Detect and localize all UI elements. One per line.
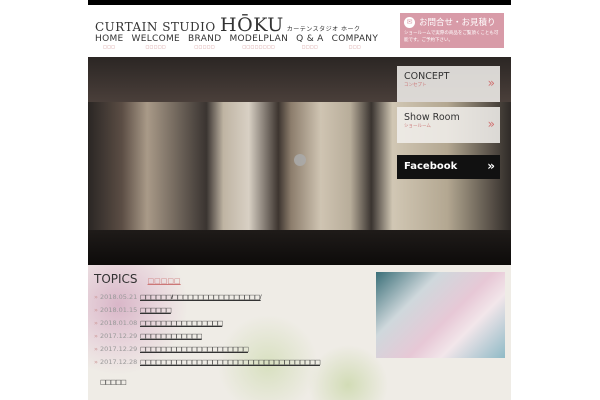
- panel-label: Show Room: [404, 112, 460, 123]
- concept-link[interactable]: CONCEPT コンセプト »: [397, 66, 500, 102]
- panel-sub: コンセプト: [404, 83, 427, 88]
- nav-sub: □□□: [348, 44, 361, 49]
- nav-label: MODELPLAN: [229, 34, 289, 44]
- nav-brand[interactable]: BRAND □□□□□: [188, 34, 221, 49]
- topics-more-link[interactable]: □□□□□: [100, 378, 127, 386]
- contact-title: お問合せ・お見積り: [419, 18, 496, 28]
- topic-item: 2018.01.08□□□□□□□□□□□□□□□□: [94, 316, 320, 329]
- nav-sub: □□□□: [301, 44, 319, 49]
- nav-welcome[interactable]: WELCOME □□□□□: [132, 34, 181, 49]
- nav-label: Q & A: [296, 34, 324, 44]
- contact-desc: ショールームで実際の商品をご覧頂くことも可能です。ご予約下さい。: [404, 31, 499, 43]
- topics-section: TOPICS □□□□□ 2018.05.21□□□□□□/□□□□□□□□□□□…: [88, 265, 511, 400]
- nav-qa[interactable]: Q & A □□□□: [296, 34, 323, 49]
- nav-sub: □□□: [103, 44, 116, 49]
- chevron-right-icon: »: [487, 159, 495, 173]
- topic-item: 2018.05.21□□□□□□/□□□□□□□□□□□□□□□□□/: [94, 290, 320, 303]
- top-bar: [88, 0, 511, 5]
- nav-home[interactable]: HOME □□□: [95, 34, 124, 49]
- fabric-samples-photo: [376, 272, 505, 358]
- hero-floor: [88, 230, 511, 265]
- topic-date: 2017.12.29: [94, 332, 140, 340]
- topic-date: 2017.12.29: [94, 345, 140, 353]
- topic-link[interactable]: □□□□□□□□□□□□: [140, 332, 203, 340]
- facebook-label: Facebook: [404, 161, 458, 172]
- topic-item: 2018.01.15□□□□□□: [94, 303, 320, 316]
- topic-item: 2017.12.29□□□□□□□□□□□□□□□□□□□□□: [94, 342, 320, 355]
- topic-link[interactable]: □□□□□□/□□□□□□□□□□□□□□□□□/: [140, 293, 262, 301]
- hero-showroom-image: CONCEPT コンセプト » Show Room ショールーム » Facebook »: [88, 57, 511, 265]
- nav-company[interactable]: COMPANY □□□: [332, 34, 378, 49]
- logo-brand: HŌKU: [220, 14, 284, 36]
- nav-sub: □□□□□: [145, 44, 166, 49]
- topic-link[interactable]: □□□□□□: [140, 306, 172, 314]
- topic-item: 2017.12.29□□□□□□□□□□□□: [94, 329, 320, 342]
- logo-kana: カーテンスタジオ ホーク: [286, 26, 361, 33]
- chevron-right-icon: »: [487, 117, 495, 131]
- mail-icon: ✉: [404, 16, 415, 28]
- topic-link[interactable]: □□□□□□□□□□□□□□□□□□□□□□□□□□□□□□□□□□□: [140, 358, 321, 366]
- panel-sub: ショールーム: [404, 124, 431, 129]
- topics-list: 2018.05.21□□□□□□/□□□□□□□□□□□□□□□□□/ 2018…: [94, 290, 321, 368]
- nav-label: WELCOME: [131, 34, 181, 44]
- site-logo[interactable]: CURTAIN STUDIO HŌKU カーテンスタジオ ホーク: [95, 14, 361, 36]
- topic-date: 2018.05.21: [94, 293, 140, 301]
- nav-label: COMPANY: [331, 34, 379, 44]
- panel-label: CONCEPT: [404, 71, 450, 82]
- topics-title: TOPICS: [94, 272, 138, 286]
- contact-button[interactable]: ✉ お問合せ・お見積り ショールームで実際の商品をご覧頂くことも可能です。ご予約下…: [400, 13, 504, 48]
- topic-date: 2018.01.15: [94, 306, 140, 314]
- nav-sub: □□□□□: [194, 44, 215, 49]
- slider-dot[interactable]: [294, 154, 306, 166]
- topic-link[interactable]: □□□□□□□□□□□□□□□□: [140, 319, 223, 327]
- chevron-right-icon: »: [487, 76, 495, 90]
- topics-subtitle: □□□□□: [147, 277, 181, 285]
- nav-sub: □□□□□□□□: [242, 44, 276, 49]
- nav-label: HOME: [95, 34, 124, 44]
- topic-link[interactable]: □□□□□□□□□□□□□□□□□□□□□: [140, 345, 249, 353]
- logo-text: CURTAIN STUDIO: [95, 20, 221, 34]
- main-nav: HOME □□□ WELCOME □□□□□ BRAND □□□□□ MODELPLA…: [95, 34, 378, 49]
- nav-label: BRAND: [188, 34, 222, 44]
- topic-date: 2017.12.28: [94, 358, 140, 366]
- topic-date: 2018.01.08: [94, 319, 140, 327]
- showroom-link[interactable]: Show Room ショールーム »: [397, 107, 500, 143]
- topic-item: 2017.12.28□□□□□□□□□□□□□□□□□□□□□□□□□□□□□□…: [94, 355, 321, 368]
- facebook-link[interactable]: Facebook »: [397, 155, 500, 179]
- nav-modelplan[interactable]: MODELPLAN □□□□□□□□: [229, 34, 288, 49]
